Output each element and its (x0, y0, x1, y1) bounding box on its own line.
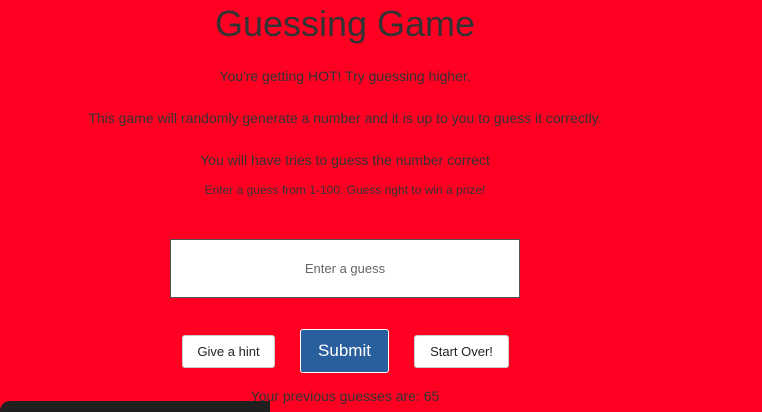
game-container: Guessing Game You're getting HOT! Try gu… (0, 0, 690, 412)
guess-input[interactable] (170, 239, 520, 298)
submit-button[interactable]: Submit (300, 329, 389, 373)
status-message: You're getting HOT! Try guessing higher. (219, 68, 471, 84)
page-title: Guessing Game (214, 3, 476, 44)
guess-instructions: Enter a guess from 1-100. Guess right to… (204, 183, 486, 197)
give-hint-button[interactable]: Give a hint (182, 335, 275, 368)
start-over-button[interactable]: Start Over! (414, 335, 509, 368)
tries-message: You will have tries to guess the number … (200, 152, 490, 168)
game-description: This game will randomly generate a numbe… (88, 110, 602, 126)
bottom-overlay-bar (0, 401, 270, 412)
